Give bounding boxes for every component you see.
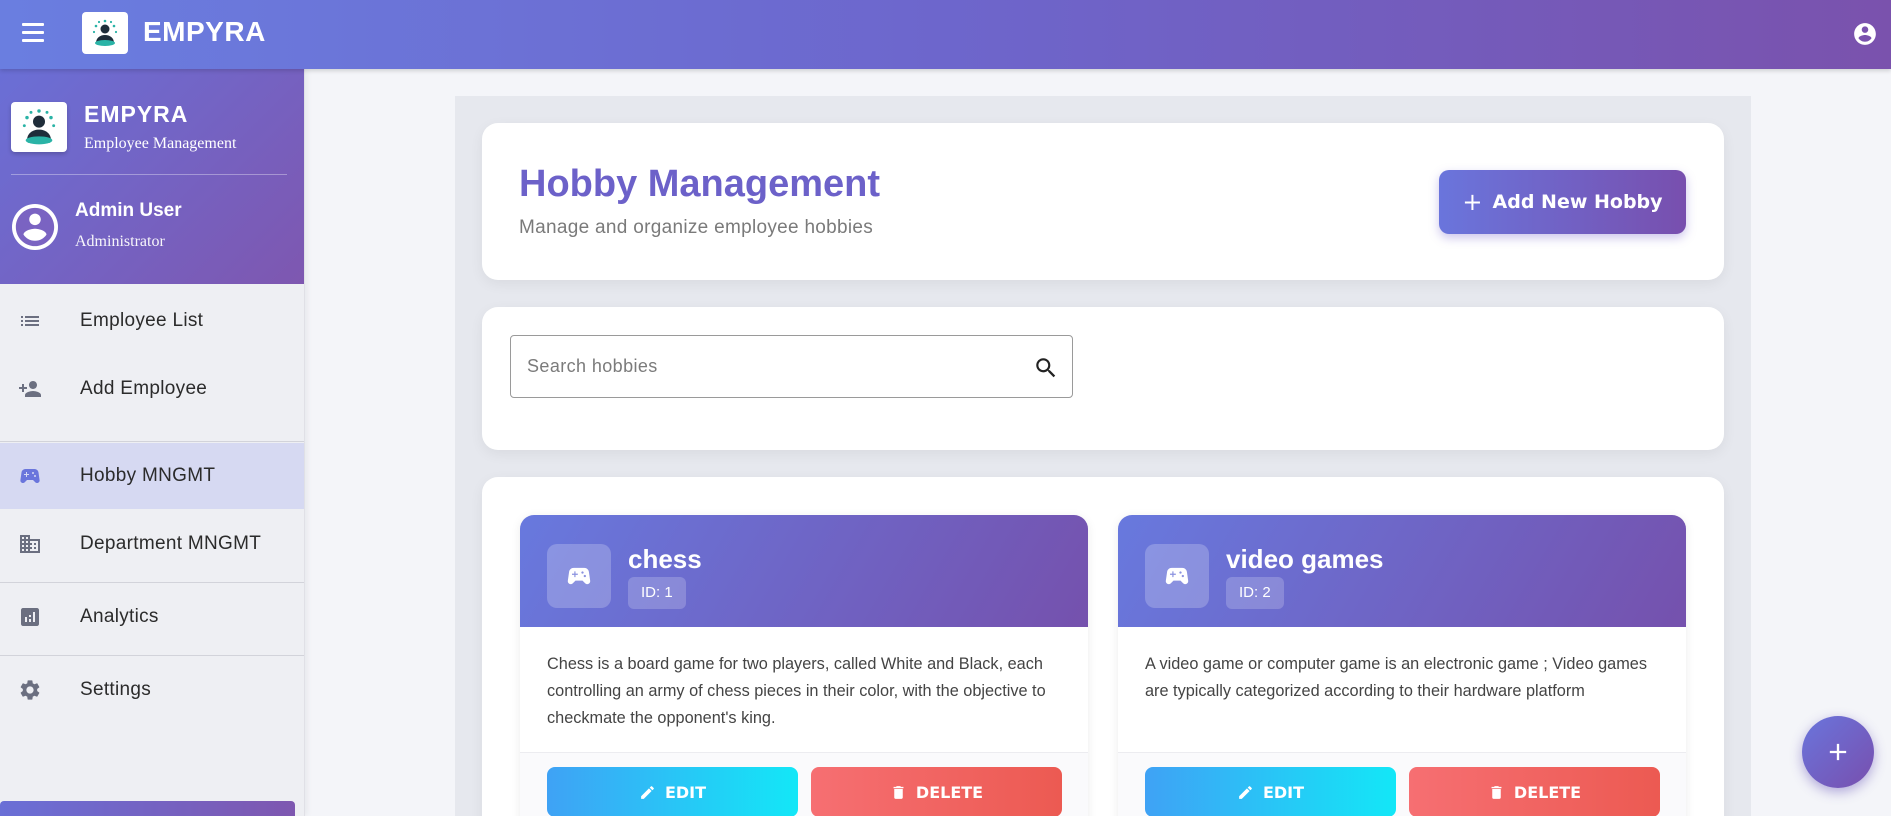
hobby-card-actions: EDIT DELETE (1118, 753, 1686, 816)
nav-divider (0, 582, 304, 583)
person-add-icon (18, 377, 42, 401)
hobby-card: video games ID: 2 A video game or comput… (1118, 515, 1686, 816)
list-icon (18, 309, 42, 333)
edit-label: EDIT (1262, 782, 1305, 802)
sidebar-footer-bar (0, 801, 295, 816)
sidebar-item-settings[interactable]: Settings (0, 657, 304, 723)
sidebar-item-add-employee[interactable]: Add Employee (0, 356, 304, 422)
hobby-card-actions: EDIT DELETE (520, 753, 1088, 816)
search-field[interactable] (510, 335, 1073, 398)
gamepad-icon (18, 464, 42, 488)
sidebar-item-analytics[interactable]: Analytics (0, 584, 304, 650)
avatar (12, 204, 58, 250)
sidebar-subtitle: Employee Management (84, 135, 237, 152)
search-input[interactable] (527, 336, 1007, 397)
delete-button[interactable]: DELETE (1409, 767, 1660, 816)
pencil-icon (1239, 785, 1252, 799)
hobby-name: chess (628, 544, 702, 574)
search-icon[interactable] (1033, 355, 1059, 381)
user-role: Administrator (75, 233, 165, 250)
sidebar-header: EMPYRA Employee Management Admin User Ad… (0, 69, 304, 284)
page-title: Hobby Management (519, 163, 881, 205)
hobby-id-badge: ID: 1 (628, 577, 686, 609)
hobby-list-card: chess ID: 1 Chess is a board game for tw… (482, 477, 1724, 816)
add-hobby-label: Add New Hobby (1492, 191, 1663, 213)
analytics-icon (18, 605, 42, 629)
hobby-card-header: video games ID: 2 (1118, 515, 1686, 627)
edit-button[interactable]: EDIT (547, 767, 798, 816)
sidebar-item-label: Analytics (80, 606, 159, 627)
search-card (482, 307, 1724, 450)
plus-icon: + (1462, 188, 1483, 216)
trash-icon (1491, 785, 1502, 799)
account-circle-icon[interactable] (1852, 21, 1878, 47)
nav-divider (0, 441, 304, 442)
delete-label: DELETE (915, 782, 984, 802)
nav-divider (0, 655, 304, 656)
plus-icon (1829, 743, 1847, 761)
fab-add-button[interactable] (1802, 716, 1874, 788)
hobby-id-badge: ID: 2 (1226, 577, 1284, 609)
sidebar-item-label: Department MNGMT (80, 533, 262, 554)
building-icon (18, 532, 42, 556)
sidebar-item-department-mngmt[interactable]: Department MNGMT (0, 511, 304, 577)
app-bar: EMPYRA (0, 0, 1891, 69)
app-logo (82, 12, 128, 54)
sidebar-item-label: Add Employee (80, 378, 208, 399)
gear-icon (18, 678, 42, 702)
sidebar-brand: EMPYRA (84, 101, 189, 127)
sidebar-item-employee-list[interactable]: Employee List (0, 288, 304, 354)
hobby-description: Chess is a board game for two players, c… (547, 655, 1046, 727)
edit-button[interactable]: EDIT (1145, 767, 1396, 816)
delete-label: DELETE (1513, 782, 1582, 802)
edit-label: EDIT (664, 782, 707, 802)
sidebar-item-hobby-mngmt[interactable]: Hobby MNGMT (0, 443, 304, 509)
hobby-card: chess ID: 1 Chess is a board game for tw… (520, 515, 1088, 816)
user-name: Admin User (75, 200, 182, 221)
app-title: EMPYRA (143, 16, 266, 47)
sidebar-item-label: Hobby MNGMT (80, 465, 216, 486)
hobby-name: video games (1226, 544, 1384, 574)
sidebar-divider (11, 174, 287, 175)
trash-icon (893, 785, 904, 799)
sidebar: EMPYRA Employee Management Admin User Ad… (0, 69, 305, 816)
delete-button[interactable]: DELETE (811, 767, 1062, 816)
sidebar-logo (11, 102, 67, 152)
sidebar-item-label: Settings (80, 679, 152, 700)
pencil-icon (641, 785, 654, 799)
gamepad-icon (547, 544, 611, 608)
hobby-description: A video game or computer game is an elec… (1145, 655, 1647, 700)
add-hobby-button[interactable]: + Add New Hobby (1439, 170, 1686, 234)
page-header-card: Hobby Management Manage and organize emp… (482, 123, 1724, 280)
sidebar-item-label: Employee List (80, 310, 204, 331)
gamepad-icon (1145, 544, 1209, 608)
menu-icon[interactable] (22, 23, 46, 45)
page-subtitle: Manage and organize employee hobbies (519, 217, 874, 238)
hobby-card-header: chess ID: 1 (520, 515, 1088, 627)
